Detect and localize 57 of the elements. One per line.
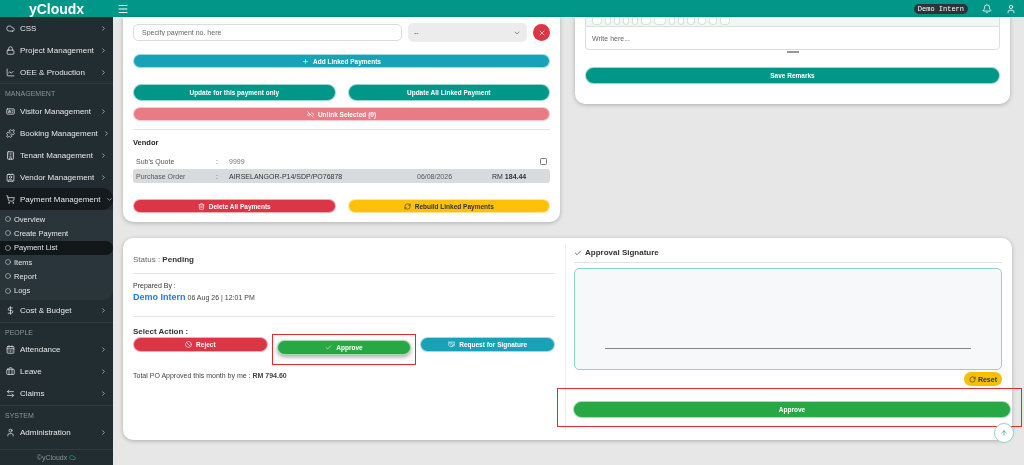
sidebar-item[interactable]: Administration (0, 421, 113, 444)
select-action-label: Select Action : (133, 327, 190, 336)
chevron-icon (100, 46, 107, 54)
unlink-icon (306, 110, 314, 118)
circle-icon (5, 216, 11, 223)
chevron-icon (100, 390, 107, 398)
chevron-icon (100, 107, 107, 115)
user-icon (1006, 3, 1016, 14)
handshake-icon (448, 341, 456, 348)
circle-icon (5, 287, 11, 294)
chevron-icon (100, 307, 107, 315)
sidebar-item[interactable]: Project Management (0, 39, 113, 61)
sidebar-item[interactable]: Visitor Management (0, 100, 113, 122)
trash-icon (197, 202, 205, 210)
sidebar-item[interactable]: Leave (0, 360, 113, 383)
close-icon (537, 28, 546, 37)
brand-logo[interactable]: yCloudx (0, 0, 113, 17)
sidebar-item[interactable]: Attendance (0, 338, 113, 361)
chevron-icon (102, 129, 110, 137)
status-value: Pending (162, 255, 194, 264)
circle-icon (5, 244, 11, 251)
sidebar-item[interactable]: Tenant Management (0, 144, 113, 166)
arrow-up-icon (1000, 429, 1008, 437)
circle-icon (5, 230, 11, 237)
sidebar-item[interactable]: CSS (0, 17, 113, 39)
circle-icon (5, 273, 11, 280)
circle-icon (5, 259, 11, 266)
status-label: Status : (133, 255, 162, 264)
plus-icon (302, 57, 310, 65)
bell-icon (982, 3, 992, 14)
check-icon (325, 344, 333, 351)
remove-button[interactable] (533, 24, 550, 41)
resize-handle[interactable] (786, 51, 799, 53)
chevron-icon (100, 68, 107, 76)
sidebar-item[interactable]: Claims (0, 382, 113, 405)
chevron-icon (100, 173, 107, 181)
cloud-icon (69, 454, 77, 461)
signature-title: Approval Signature (585, 248, 659, 257)
chevron-icon (100, 24, 107, 32)
chevron-icon (100, 151, 107, 159)
check-icon (574, 248, 582, 257)
signature-pad[interactable] (574, 268, 1002, 370)
sidebar-item[interactable]: Cost & Budget (0, 299, 113, 322)
sidebar-item[interactable]: Booking Management (0, 122, 113, 144)
reset-icon (968, 375, 976, 383)
refresh-icon (403, 202, 411, 210)
chevron-icon (100, 346, 107, 354)
chevron-icon (100, 429, 107, 437)
scroll-top-button[interactable] (994, 423, 1014, 443)
sidebar-item[interactable]: Payment Management (0, 188, 113, 210)
row-checkbox[interactable] (540, 157, 547, 165)
preparer-link[interactable]: Demo Intern (133, 292, 186, 302)
chevron-icon (105, 195, 113, 203)
chevron-icon (100, 368, 107, 376)
sidebar-item[interactable]: Vendor Management (0, 166, 113, 188)
ban-icon (185, 341, 193, 348)
sidebar-item[interactable]: OEE & Production (0, 61, 113, 83)
